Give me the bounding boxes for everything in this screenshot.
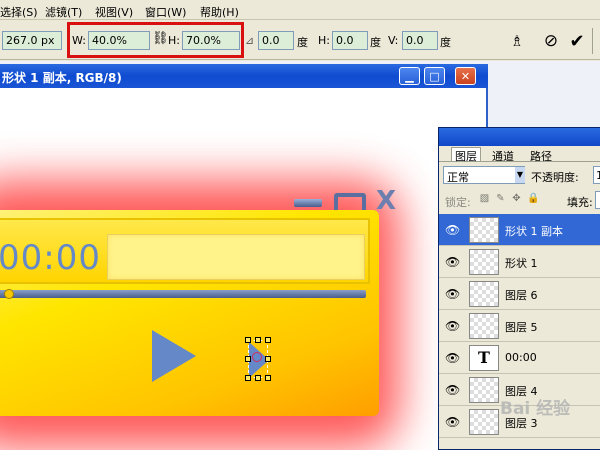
warp-icon[interactable]: ♗ bbox=[506, 30, 528, 52]
layer-name: 图层 6 bbox=[505, 289, 538, 302]
transform-handle[interactable] bbox=[265, 356, 271, 362]
hskew-label: H: bbox=[318, 34, 330, 47]
chevron-down-icon[interactable]: ▼ bbox=[515, 167, 525, 183]
toolbar-divider bbox=[592, 28, 593, 54]
rotate-unit: 度 bbox=[297, 36, 308, 49]
hskew-unit: 度 bbox=[370, 36, 381, 49]
layers-panel-tabs: 图层 通道 路径 bbox=[439, 146, 600, 163]
eye-icon[interactable]: 👁 bbox=[445, 319, 460, 333]
minimize-icon[interactable]: ▁ bbox=[399, 67, 420, 85]
layer-row[interactable]: 👁 图层 6 bbox=[439, 278, 600, 310]
player-screen bbox=[107, 234, 365, 280]
document-title: 形状 1 副本, RGB/8) bbox=[2, 71, 122, 85]
layer-row[interactable]: 👁 T 00:00 bbox=[439, 342, 600, 374]
vskew-field[interactable]: 0.0 bbox=[402, 31, 438, 50]
y-position-field[interactable]: 267.0 px bbox=[2, 31, 62, 50]
layer-thumbnail bbox=[469, 377, 499, 403]
menu-bar: 选择(S) 滤镜(T) 视图(V) 窗口(W) 帮助(H) bbox=[0, 0, 600, 20]
menu-window[interactable]: 窗口(W) bbox=[145, 4, 186, 20]
player-close-icon: X bbox=[376, 186, 397, 216]
layer-row[interactable]: 👁 图层 5 bbox=[439, 310, 600, 342]
player-display: 00:00 bbox=[0, 218, 370, 284]
play-icon bbox=[152, 330, 196, 382]
layer-row[interactable]: 👁 形状 1 bbox=[439, 246, 600, 278]
layer-name: 图层 5 bbox=[505, 321, 538, 334]
lock-move-icon[interactable]: ✥ bbox=[511, 193, 522, 204]
rotate-field[interactable]: 0.0 bbox=[258, 31, 294, 50]
lock-all-icon[interactable]: 🔒 bbox=[527, 193, 539, 204]
maximize-icon[interactable]: □ bbox=[424, 67, 445, 85]
player-progress-knob bbox=[4, 289, 14, 299]
transform-center-icon[interactable] bbox=[252, 352, 262, 362]
layer-thumbnail bbox=[469, 249, 499, 275]
layer-row[interactable]: 👁 形状 1 副本 bbox=[439, 214, 600, 246]
vskew-label: V: bbox=[388, 34, 399, 47]
transform-handle[interactable] bbox=[255, 337, 261, 343]
menu-filter[interactable]: 滤镜(T) bbox=[45, 4, 82, 20]
eye-icon[interactable]: 👁 bbox=[445, 287, 460, 301]
fill-label: 填充: bbox=[567, 196, 593, 209]
transform-handle[interactable] bbox=[265, 337, 271, 343]
blend-mode-select[interactable]: 正常 bbox=[443, 166, 525, 184]
lock-paint-icon[interactable]: ✎ bbox=[495, 193, 506, 204]
lock-transparent-icon[interactable]: ▧ bbox=[479, 193, 490, 204]
layer-name: 形状 1 副本 bbox=[505, 225, 563, 238]
layer-thumbnail bbox=[469, 409, 499, 435]
player-minimize-icon bbox=[294, 199, 322, 207]
text-layer-icon: T bbox=[469, 345, 499, 371]
canvas-artwork[interactable]: X 00:00 bbox=[0, 88, 438, 450]
opacity-label: 不透明度: bbox=[531, 171, 579, 184]
player-time: 00:00 bbox=[0, 238, 101, 278]
layer-thumbnail bbox=[469, 313, 499, 339]
document-title-bar[interactable]: 形状 1 副本, RGB/8) ▁ □ ✕ bbox=[0, 64, 488, 88]
menu-select[interactable]: 选择(S) bbox=[0, 4, 38, 20]
transform-handle[interactable] bbox=[245, 337, 251, 343]
commit-transform-icon[interactable]: ✔ bbox=[566, 30, 588, 52]
menu-help[interactable]: 帮助(H) bbox=[200, 4, 239, 20]
cancel-transform-icon[interactable]: ⊘ bbox=[540, 30, 562, 52]
tab-channels[interactable]: 通道 bbox=[489, 148, 517, 163]
transform-handle[interactable] bbox=[245, 375, 251, 381]
transform-handle[interactable] bbox=[245, 356, 251, 362]
layer-name: 形状 1 bbox=[505, 257, 538, 270]
fill-field[interactable] bbox=[595, 191, 600, 209]
player-body: 00:00 bbox=[0, 210, 379, 416]
transform-handle[interactable] bbox=[255, 375, 261, 381]
eye-icon[interactable]: 👁 bbox=[445, 383, 460, 397]
eye-icon[interactable]: 👁 bbox=[445, 351, 460, 365]
watermark: Bai 经验 bbox=[500, 399, 571, 419]
transform-handle[interactable] bbox=[265, 375, 271, 381]
layer-thumbnail bbox=[469, 217, 499, 243]
hskew-field[interactable]: 0.0 bbox=[332, 31, 368, 50]
lock-label: 锁定: bbox=[445, 196, 471, 209]
eye-icon[interactable]: 👁 bbox=[445, 255, 460, 269]
annotation-highlight-box bbox=[67, 22, 244, 58]
eye-icon[interactable]: 👁 bbox=[445, 223, 460, 237]
layer-thumbnail bbox=[469, 281, 499, 307]
tab-layers[interactable]: 图层 bbox=[451, 147, 481, 163]
layers-panel-header[interactable] bbox=[439, 128, 600, 146]
rotate-icon: ⊿ bbox=[245, 34, 255, 47]
eye-icon[interactable]: 👁 bbox=[445, 415, 460, 429]
menu-view[interactable]: 视图(V) bbox=[95, 4, 133, 20]
vskew-unit: 度 bbox=[440, 36, 451, 49]
opacity-field[interactable]: 1 bbox=[593, 166, 600, 184]
tab-paths[interactable]: 路径 bbox=[527, 148, 555, 163]
player-progress-bar bbox=[0, 290, 366, 298]
close-icon[interactable]: ✕ bbox=[455, 67, 476, 85]
layer-name: 00:00 bbox=[505, 351, 537, 364]
